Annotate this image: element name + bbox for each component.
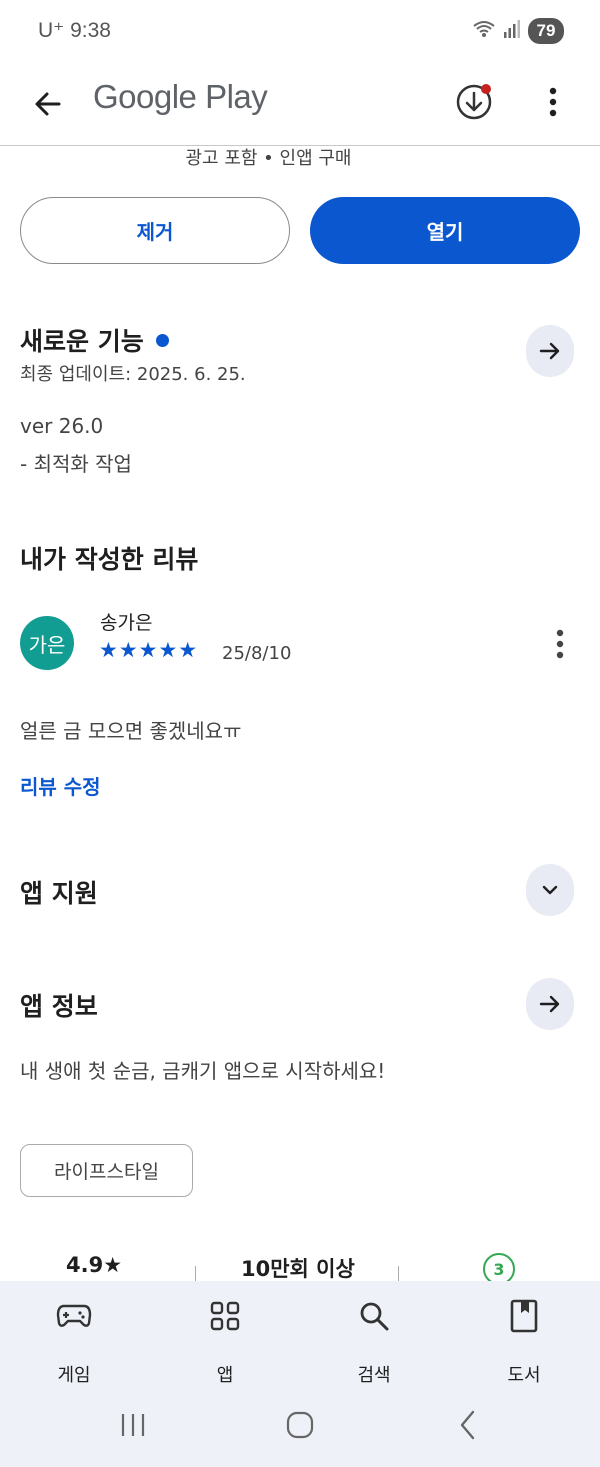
download-icon: [456, 84, 492, 120]
download-manager-button[interactable]: [450, 78, 498, 126]
nav-games[interactable]: 게임: [24, 1295, 124, 1387]
app-header: Google Play: [0, 62, 600, 146]
chevron-left-icon: [460, 1410, 475, 1440]
app-description: 내 생애 첫 순금, 금캐기 앱으로 시작하세요!: [20, 1059, 386, 1083]
book-icon: [510, 1299, 538, 1333]
arrow-right-icon: [539, 342, 560, 360]
bottom-navigation: 게임 앱 검색 도서: [0, 1281, 600, 1467]
status-bar: U⁺ 9:38 79: [0, 0, 600, 62]
back-arrow-icon: [35, 92, 61, 116]
reviewer-name: 송가은: [100, 612, 153, 634]
update-note: - 최적화 작업: [20, 452, 132, 476]
downloads-stat: 10만회 이상: [241, 1257, 355, 1281]
stat-divider: [398, 1266, 399, 1282]
rating-stat: 4.9★: [66, 1253, 123, 1277]
nav-books[interactable]: 도서: [474, 1295, 574, 1387]
review-text: 얼른 금 모으면 좋겠네요ㅠ: [20, 719, 242, 743]
wifi-icon: [472, 19, 496, 43]
app-support-heading: 앱 지원: [20, 879, 98, 908]
chevron-down-icon: [542, 885, 558, 895]
whats-new-arrow-button[interactable]: [526, 325, 574, 377]
whats-new-title: 새로운 기능: [20, 327, 144, 356]
more-vert-icon: [549, 87, 557, 117]
more-options-button[interactable]: [530, 78, 576, 126]
google-play-logo: Google Play: [93, 78, 268, 115]
recent-apps-button[interactable]: [103, 1405, 163, 1445]
app-info-arrow-button[interactable]: [526, 978, 574, 1030]
battery-indicator: 79: [528, 18, 564, 44]
app-info-heading: 앱 정보: [20, 992, 98, 1021]
more-vert-icon: [556, 629, 564, 659]
nav-books-label: 도서: [507, 1365, 541, 1386]
apps-grid-icon: [210, 1301, 240, 1331]
whats-new-heading: 새로운 기능: [20, 322, 169, 358]
back-button[interactable]: [24, 80, 72, 128]
last-updated: 최종 업데이트: 2025. 6. 25.: [20, 364, 246, 385]
home-button[interactable]: [270, 1405, 330, 1445]
arrow-right-icon: [539, 995, 560, 1013]
remove-button[interactable]: 제거: [20, 197, 290, 264]
app-meta-info: 광고 포함 • 인앱 구매: [185, 148, 352, 169]
review-date: 25/8/10: [222, 643, 292, 664]
recent-apps-icon: [121, 1414, 145, 1436]
version-text: ver 26.0: [20, 414, 104, 438]
signal-icon: [504, 20, 520, 42]
system-back-button[interactable]: [438, 1405, 498, 1445]
my-review-heading: 내가 작성한 리뷰: [20, 545, 199, 574]
nav-search-label: 검색: [357, 1365, 391, 1386]
nav-search[interactable]: 검색: [324, 1295, 424, 1387]
home-icon: [286, 1411, 314, 1439]
nav-apps-label: 앱: [216, 1365, 234, 1386]
avatar: 가은: [20, 616, 74, 670]
category-chip[interactable]: 라이프스타일: [20, 1144, 193, 1197]
nav-apps[interactable]: 앱: [175, 1295, 275, 1387]
search-icon: [360, 1302, 389, 1331]
new-indicator-dot: [155, 333, 169, 347]
star-rating: ★★★★★: [99, 638, 199, 662]
review-more-button[interactable]: [540, 620, 580, 668]
edit-review-link[interactable]: 리뷰 수정: [20, 771, 101, 800]
stat-divider: [195, 1266, 196, 1282]
nav-games-label: 게임: [57, 1365, 91, 1386]
gamepad-icon: [56, 1304, 92, 1327]
carrier-time: U⁺ 9:38: [38, 19, 111, 42]
open-button[interactable]: 열기: [310, 197, 580, 264]
app-support-expand-button[interactable]: [526, 864, 574, 916]
